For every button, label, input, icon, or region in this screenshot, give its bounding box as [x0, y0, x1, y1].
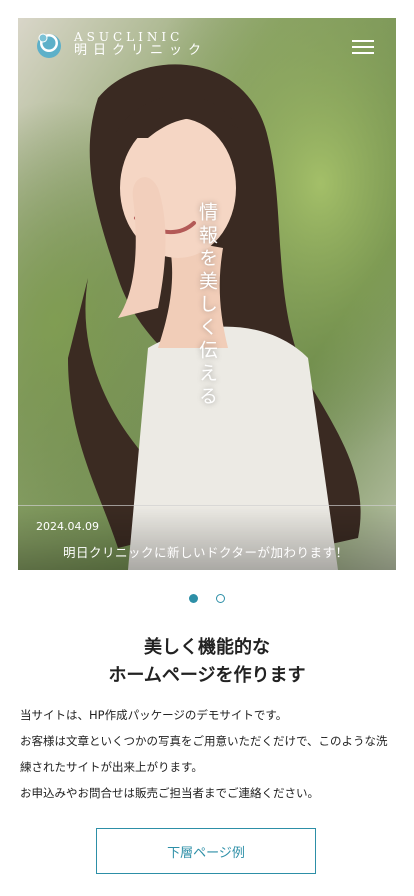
slider-pagination [0, 588, 414, 607]
subpage-example-button[interactable]: 下層ページ例 [96, 828, 316, 874]
clinic-logo[interactable]: ASUCLINIC 明日クリニック [34, 30, 207, 60]
menu-line [352, 46, 374, 48]
menu-line [352, 40, 374, 42]
section-heading: 美しく機能的な ホームページを作ります [0, 634, 414, 690]
news-date: 2024.04.09 [36, 520, 99, 533]
intro-paragraph: お客様は文章といくつかの写真をご用意いただくだけで、このような洗練されたサイトが… [20, 734, 388, 774]
news-bar: 2024.04.09 明日クリニックに新しいドクターが加わります！ [18, 505, 396, 570]
intro-text: 当サイトは、HP作成パッケージのデモサイトです。 お客様は文章といくつかの写真を… [20, 702, 396, 806]
slider-dot-1[interactable] [189, 594, 199, 603]
heading-line-2: ホームページを作ります [108, 665, 306, 686]
news-title-link[interactable]: 明日クリニックに新しいドクターが加わります！ [63, 542, 349, 561]
logo-name-en: ASUCLINIC [74, 29, 184, 44]
hamburger-menu-icon[interactable] [352, 38, 378, 58]
logo-mark-icon [37, 33, 61, 58]
intro-paragraph: 当サイトは、HP作成パッケージのデモサイトです。 [20, 708, 288, 722]
intro-paragraph: お申込みやお問合せは販売ご担当者までご連絡ください。 [20, 786, 319, 800]
slider-dot-2[interactable] [215, 594, 225, 603]
heading-line-1: 美しく機能的な [144, 637, 270, 658]
hero-catchphrase: 情報を美しく伝える [196, 202, 218, 409]
logo-name-ja: 明日クリニック [74, 43, 208, 59]
menu-line [352, 52, 374, 54]
hero-slider[interactable]: ASUCLINIC 明日クリニック 情報を美しく伝える 2024.04.09 明… [18, 18, 396, 570]
